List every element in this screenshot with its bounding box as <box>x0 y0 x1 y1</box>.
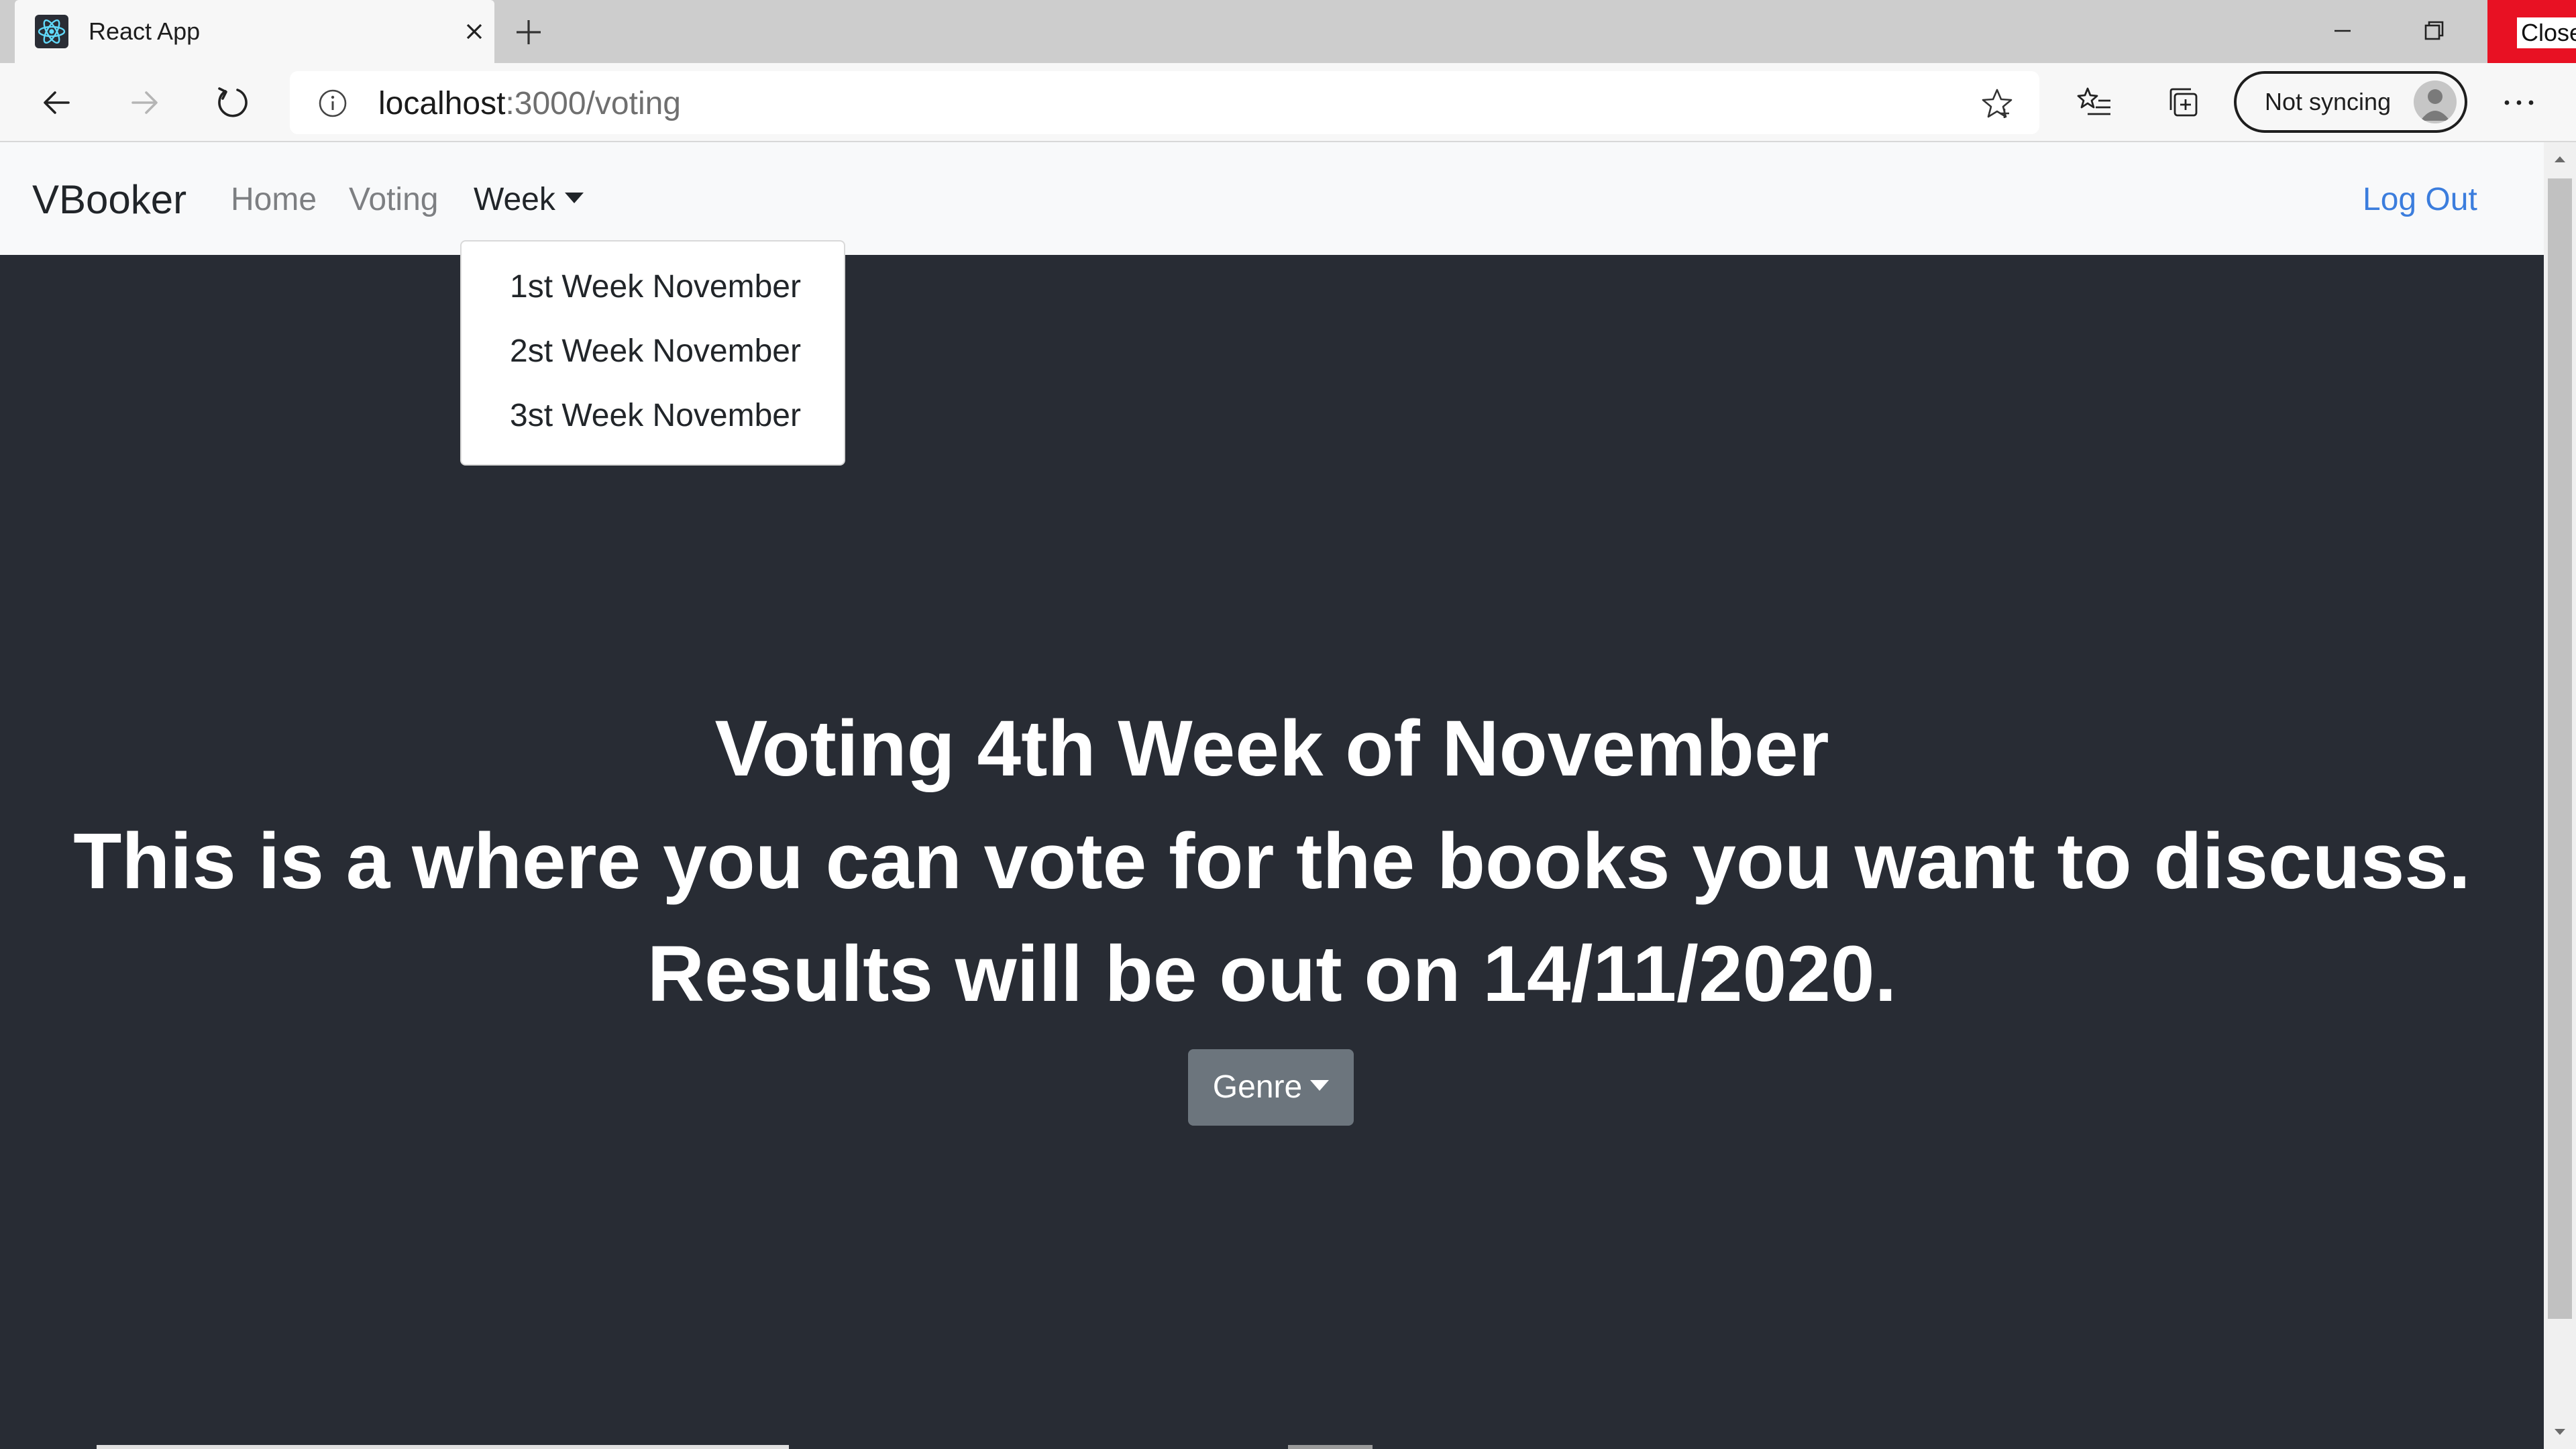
browser-toolbar: localhost:3000/voting Not syncing <box>0 63 2576 142</box>
address-bar[interactable]: localhost:3000/voting <box>290 71 2039 134</box>
nav-week-dropdown-toggle[interactable]: Week <box>474 178 584 221</box>
close-label[interactable]: Close <box>2517 17 2576 48</box>
url-path: :3000/voting <box>505 86 681 121</box>
tab-title: React App <box>89 17 201 45</box>
page-scrollbar[interactable] <box>2544 142 2576 1449</box>
sync-status-label: Not syncing <box>2265 88 2392 115</box>
week-label: Week <box>474 182 555 217</box>
react-favicon-icon <box>35 15 68 48</box>
new-tab-icon[interactable] <box>510 13 547 51</box>
caret-down-icon <box>1310 1080 1330 1091</box>
scroll-down-icon[interactable] <box>2552 1424 2568 1440</box>
hero-description: This is a where you can vote for the boo… <box>73 817 2471 906</box>
genre-label: Genre <box>1212 1069 1303 1105</box>
week-dropdown-menu: 1st Week November 2st Week November 3st … <box>460 240 845 466</box>
profile-sync-button[interactable]: Not syncing <box>2234 71 2467 133</box>
page-viewport: VBooker Home Voting Week Log Out 1st Wee… <box>0 142 2544 1449</box>
brand-logo[interactable]: VBooker <box>32 176 186 224</box>
close-tab-icon[interactable] <box>458 15 491 48</box>
bottom-edge-mark <box>1288 1445 1373 1449</box>
logout-link[interactable]: Log Out <box>2363 178 2477 221</box>
scroll-thumb[interactable] <box>2548 178 2572 1319</box>
more-icon[interactable] <box>2497 80 2541 125</box>
url-text[interactable]: localhost:3000/voting <box>378 85 681 123</box>
browser-tab[interactable]: React App <box>15 0 494 63</box>
profile-avatar-icon <box>2414 80 2457 123</box>
app-navbar: VBooker Home Voting Week Log Out <box>0 142 2544 255</box>
refresh-icon[interactable] <box>211 80 255 125</box>
week-dropdown-item[interactable]: 2st Week November <box>510 330 801 373</box>
info-icon[interactable] <box>317 87 349 119</box>
url-host: localhost <box>378 86 506 121</box>
results-date-text: Results will be out on 14/11/2020. <box>647 930 1897 1018</box>
collections-icon[interactable] <box>2163 80 2207 125</box>
back-icon[interactable] <box>35 80 79 125</box>
bottom-edge-strip <box>97 1445 789 1449</box>
favorite-star-icon[interactable] <box>1979 86 2015 122</box>
genre-dropdown-button[interactable]: Genre <box>1188 1049 1354 1126</box>
favorites-icon[interactable] <box>2073 80 2117 125</box>
restore-icon[interactable] <box>2412 9 2455 52</box>
forward-icon[interactable] <box>122 80 166 125</box>
nav-home-link[interactable]: Home <box>231 178 317 221</box>
voting-hero: Voting 4th Week of November This is a wh… <box>0 692 2544 1030</box>
week-dropdown-item[interactable]: 3st Week November <box>510 394 801 437</box>
minimize-icon[interactable] <box>2321 9 2364 52</box>
scroll-up-icon[interactable] <box>2552 152 2568 168</box>
caret-down-icon <box>564 193 584 203</box>
nav-voting-link[interactable]: Voting <box>349 178 438 221</box>
week-dropdown-item[interactable]: 1st Week November <box>510 266 801 309</box>
browser-tab-bar: React App Close <box>0 0 2576 63</box>
page-title: Voting 4th Week of November <box>714 704 1829 793</box>
